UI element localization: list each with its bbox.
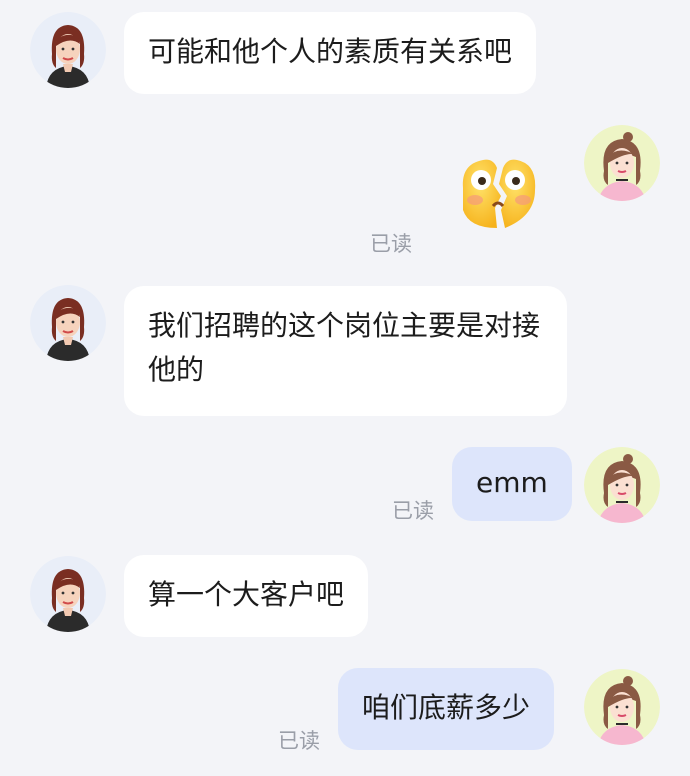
read-status: 已读 [278, 729, 320, 753]
contact-avatar[interactable] [30, 556, 106, 632]
woman-avatar-icon [30, 12, 106, 88]
my-avatar[interactable] [584, 447, 660, 523]
my-avatar[interactable] [584, 125, 660, 201]
message-bubble-incoming[interactable]: 算一个大客户吧 [124, 555, 369, 637]
message-bubble-outgoing[interactable]: 咱们底薪多少 [338, 668, 555, 750]
broken-heart-shocked-face-sticker[interactable] [455, 150, 541, 238]
woman-avatar-icon [30, 556, 106, 632]
contact-avatar[interactable] [30, 285, 106, 361]
girl-avatar-icon [584, 447, 660, 523]
girl-avatar-icon [584, 669, 660, 745]
read-status: 已读 [370, 232, 412, 256]
woman-avatar-icon [30, 285, 106, 361]
message-bubble-outgoing[interactable]: emm [452, 447, 572, 521]
message-bubble-incoming[interactable]: 我们招聘的这个岗位主要是对接他的 [124, 286, 567, 416]
my-avatar[interactable] [584, 669, 660, 745]
read-status: 已读 [392, 499, 434, 523]
message-bubble-incoming[interactable]: 可能和他个人的素质有关系吧 [124, 12, 537, 94]
broken-heart-shocked-face-icon [462, 159, 536, 228]
girl-avatar-icon [584, 125, 660, 201]
contact-avatar[interactable] [30, 12, 106, 88]
